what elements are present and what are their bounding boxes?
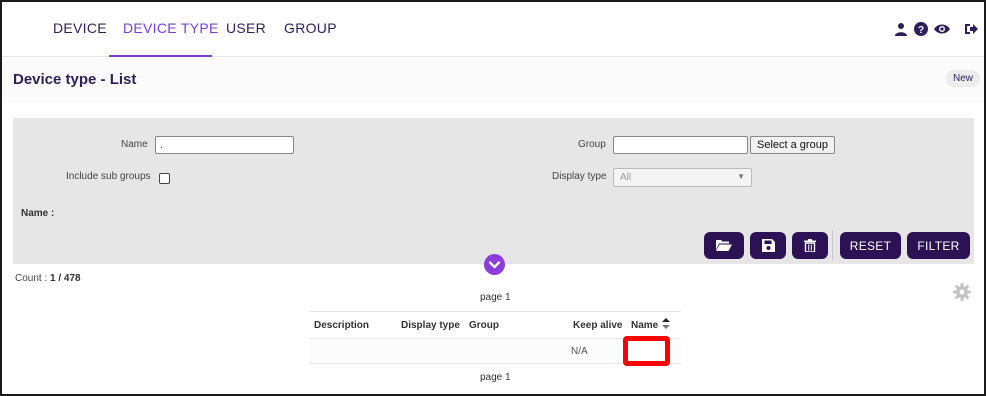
sort-icon[interactable] [662, 318, 670, 329]
svg-text:?: ? [918, 25, 924, 36]
name-filter-summary: Name : [21, 208, 55, 219]
page-title: Device type - List [13, 71, 137, 88]
open-filter-button[interactable] [704, 232, 744, 259]
display-type-label: Display type [552, 171, 607, 182]
column-header-description[interactable]: Description [314, 320, 369, 331]
save-filter-button[interactable] [750, 232, 786, 259]
display-type-value: All [620, 172, 632, 183]
header-icon-bar: ? [894, 22, 978, 36]
trash-icon [804, 239, 816, 252]
include-sub-groups-label: Include sub groups [66, 171, 151, 182]
highlight-annotation [623, 336, 670, 366]
display-type-select[interactable]: All ▼ [613, 168, 752, 187]
active-tab-indicator [109, 55, 212, 57]
count-label: Count : [15, 273, 48, 284]
delete-filter-button[interactable] [792, 232, 828, 259]
dropdown-arrow-icon: ▼ [737, 172, 745, 181]
column-header-display-type[interactable]: Display type [401, 320, 460, 331]
group-input[interactable] [613, 136, 748, 154]
tab-device[interactable]: DEVICE [53, 20, 107, 36]
column-header-keep-alive[interactable]: Keep alive [573, 320, 622, 331]
eye-icon[interactable] [934, 22, 950, 36]
tab-group[interactable]: GROUP [284, 20, 337, 36]
new-button[interactable]: New [945, 70, 980, 87]
result-count: Count : 1 / 478 [15, 273, 81, 284]
help-icon[interactable]: ? [914, 22, 928, 36]
user-icon[interactable] [894, 22, 908, 36]
button-separator [832, 230, 833, 261]
count-value: 1 / 478 [50, 273, 81, 284]
expand-filter-toggle[interactable] [484, 254, 505, 275]
folder-open-icon [716, 240, 732, 251]
include-sub-groups-checkbox[interactable] [159, 173, 170, 184]
column-header-name[interactable]: Name [631, 320, 658, 331]
select-group-button[interactable]: Select a group [750, 136, 835, 154]
table-header: Description Display type Group Keep aliv… [309, 311, 681, 339]
filter-panel: Name Include sub groups Group Select a g… [13, 118, 974, 264]
logout-icon[interactable] [964, 22, 978, 36]
top-navigation: DEVICE DEVICE TYPE USER GROUP ? [2, 2, 984, 57]
app-frame: DEVICE DEVICE TYPE USER GROUP ? Device t… [0, 0, 986, 396]
group-label: Group [578, 139, 606, 150]
name-label: Name [121, 139, 148, 150]
chevron-down-icon [489, 260, 500, 268]
filter-button[interactable]: FILTER [907, 232, 970, 259]
save-icon [761, 239, 775, 252]
name-input[interactable] [155, 136, 294, 154]
pager-bottom[interactable]: page 1 [480, 372, 511, 383]
column-header-group[interactable]: Group [469, 320, 499, 331]
reset-button[interactable]: RESET [840, 232, 901, 259]
gear-icon[interactable] [953, 283, 971, 301]
pager-top[interactable]: page 1 [480, 292, 511, 303]
cell-keep-alive: N/A [571, 346, 588, 357]
tab-device-type[interactable]: DEVICE TYPE [123, 20, 219, 36]
tab-user[interactable]: USER [226, 20, 266, 36]
title-bar: Device type - List New [2, 58, 984, 102]
